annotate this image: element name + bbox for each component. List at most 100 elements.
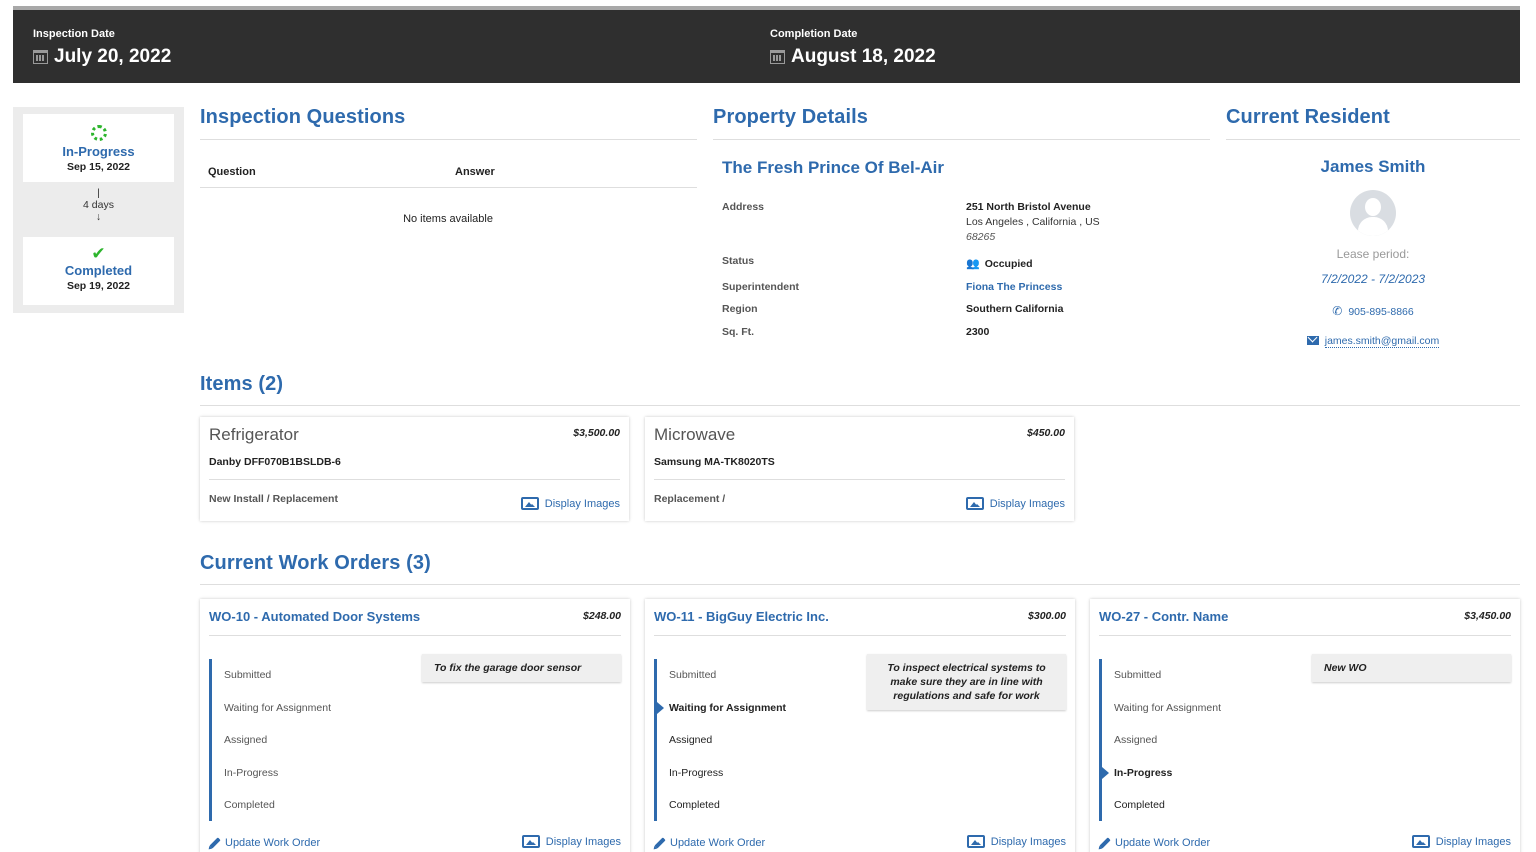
step-waiting-for-assignment: Waiting for Assignment bbox=[224, 702, 331, 714]
image-icon bbox=[1411, 835, 1430, 848]
resident-email-value: james.smith@gmail.com bbox=[1324, 335, 1440, 348]
superintendent-link[interactable]: Fiona The Princess bbox=[966, 281, 1062, 293]
divider bbox=[209, 635, 621, 636]
step-waiting-for-assignment: Waiting for Assignment bbox=[669, 702, 787, 714]
address-label: Address bbox=[722, 201, 765, 213]
inspection-date-value: July 20, 2022 bbox=[54, 46, 172, 67]
item-model: Samsung MA-TK8020TS bbox=[654, 456, 775, 468]
work-order-title[interactable]: WO-27 - Contr. Name bbox=[1099, 609, 1228, 624]
step-assigned: Assigned bbox=[224, 734, 268, 746]
item-name: Microwave bbox=[654, 425, 736, 444]
display-images-button[interactable]: Display Images bbox=[966, 835, 1066, 848]
status-completed-card: ✔ Completed Sep 19, 2022 bbox=[23, 237, 174, 305]
property-details-title: Property Details bbox=[713, 106, 868, 128]
update-work-order-link[interactable]: Update Work Order bbox=[209, 837, 320, 849]
status-label: Status bbox=[722, 255, 755, 267]
item-name: Refrigerator bbox=[209, 425, 299, 444]
image-icon bbox=[521, 835, 540, 848]
region-value: Southern California bbox=[966, 303, 1064, 315]
update-work-order-label: Update Work Order bbox=[225, 837, 321, 849]
status-duration: | 4 days ↓ bbox=[23, 187, 174, 223]
phone-icon: ✆ bbox=[1332, 304, 1343, 318]
status-in-progress-label: In-Progress bbox=[62, 144, 135, 159]
update-work-order-label: Update Work Order bbox=[1115, 837, 1211, 849]
completion-date-block: Completion Date August 18, 2022 bbox=[770, 28, 936, 68]
item-type: New Install / Replacement bbox=[209, 493, 338, 505]
work-order-note: To inspect electrical systems to make su… bbox=[867, 654, 1066, 710]
status-completed-label: Completed bbox=[64, 263, 133, 278]
current-resident-title: Current Resident bbox=[1226, 106, 1390, 128]
work-order-title[interactable]: WO-11 - BigGuy Electric Inc. bbox=[654, 609, 829, 624]
step-submitted: Submitted bbox=[669, 669, 717, 681]
envelope-icon bbox=[1306, 336, 1319, 345]
image-icon bbox=[520, 497, 539, 510]
item-price: $3,500.00 bbox=[573, 427, 620, 439]
item-price: $450.00 bbox=[1027, 427, 1065, 439]
display-images-button[interactable]: Display Images bbox=[520, 497, 620, 510]
completion-date-value: August 18, 2022 bbox=[791, 46, 936, 67]
update-work-order-link[interactable]: Update Work Order bbox=[654, 837, 765, 849]
resident-phone[interactable]: ✆ 905-895-8866 bbox=[1226, 304, 1520, 318]
lease-period-label: Lease period: bbox=[1336, 247, 1410, 261]
work-order-card: WO-11 - BigGuy Electric Inc. $300.00 Sub… bbox=[645, 599, 1075, 852]
pencil-icon bbox=[1099, 837, 1111, 849]
resident-phone-value: 905-895-8866 bbox=[1348, 306, 1414, 318]
items-title: Items (2) bbox=[200, 373, 284, 395]
step-completed: Completed bbox=[224, 799, 275, 811]
display-images-label: Display Images bbox=[1435, 835, 1511, 848]
status-value: 👥 Occupied bbox=[966, 257, 1033, 271]
progress-track bbox=[209, 659, 212, 821]
step-waiting-for-assignment: Waiting for Assignment bbox=[1114, 702, 1221, 714]
duration-label: 4 days bbox=[83, 199, 114, 211]
work-order-card: WO-27 - Contr. Name $3,450.00 Submitted … bbox=[1090, 599, 1520, 852]
resident-email[interactable]: james.smith@gmail.com bbox=[1226, 335, 1520, 348]
property-name: The Fresh Prince Of Bel-Air bbox=[722, 158, 944, 177]
region-label: Region bbox=[722, 303, 758, 315]
question-column-header[interactable]: Question bbox=[208, 166, 256, 178]
inspection-date-block: Inspection Date July 20, 2022 bbox=[33, 28, 171, 68]
answer-column-header[interactable]: Answer bbox=[455, 166, 495, 178]
display-images-button[interactable]: Display Images bbox=[965, 497, 1065, 510]
questions-empty-message: No items available bbox=[403, 213, 493, 225]
update-work-order-link[interactable]: Update Work Order bbox=[1099, 837, 1210, 849]
divider bbox=[1099, 635, 1511, 636]
check-icon: ✔ bbox=[91, 244, 106, 263]
inspection-header: Inspection Date July 20, 2022 Completion… bbox=[13, 10, 1520, 83]
work-order-price: $248.00 bbox=[583, 610, 621, 622]
divider bbox=[200, 405, 1520, 406]
item-card: Refrigerator $3,500.00 Danby DFF070B1BSL… bbox=[200, 417, 629, 521]
image-icon bbox=[966, 835, 985, 848]
update-work-order-label: Update Work Order bbox=[670, 837, 766, 849]
step-assigned: Assigned bbox=[669, 734, 713, 746]
divider bbox=[654, 635, 1066, 636]
divider bbox=[200, 584, 1520, 585]
current-step-marker-icon bbox=[1102, 767, 1109, 779]
status-completed-date: Sep 19, 2022 bbox=[66, 280, 131, 292]
status-value-text: Occupied bbox=[984, 257, 1033, 270]
lease-period-value: 7/2/2022 - 7/2/2023 bbox=[1320, 272, 1426, 286]
item-card: Microwave $450.00 Samsung MA-TK8020TS Re… bbox=[645, 417, 1074, 521]
address-zip: 68265 bbox=[966, 231, 996, 243]
step-in-progress: In-Progress bbox=[1114, 767, 1173, 779]
superintendent-label: Superintendent bbox=[722, 281, 800, 293]
display-images-label: Display Images bbox=[989, 497, 1065, 510]
arrow-down-icon: ↓ bbox=[95, 211, 102, 223]
pencil-icon bbox=[209, 837, 221, 849]
work-order-price: $3,450.00 bbox=[1464, 610, 1511, 622]
display-images-button[interactable]: Display Images bbox=[521, 835, 621, 848]
inspection-date-label: Inspection Date bbox=[33, 28, 115, 40]
display-images-button[interactable]: Display Images bbox=[1411, 835, 1511, 848]
avatar bbox=[1350, 190, 1396, 236]
divider bbox=[209, 479, 620, 480]
sqft-value: 2300 bbox=[966, 326, 990, 338]
status-in-progress-date: Sep 15, 2022 bbox=[66, 161, 131, 173]
work-order-price: $300.00 bbox=[1028, 610, 1066, 622]
item-model: Danby DFF070B1BSLDB-6 bbox=[209, 456, 341, 468]
address-line2: Los Angeles , California , US bbox=[966, 216, 1100, 228]
work-order-note: New WO bbox=[1312, 654, 1511, 682]
address-line1: 251 North Bristol Avenue bbox=[966, 201, 1091, 213]
table-header-divider bbox=[200, 187, 697, 188]
work-order-title[interactable]: WO-10 - Automated Door Systems bbox=[209, 609, 420, 624]
work-orders-title: Current Work Orders (3) bbox=[200, 552, 431, 574]
display-images-label: Display Images bbox=[545, 835, 621, 848]
